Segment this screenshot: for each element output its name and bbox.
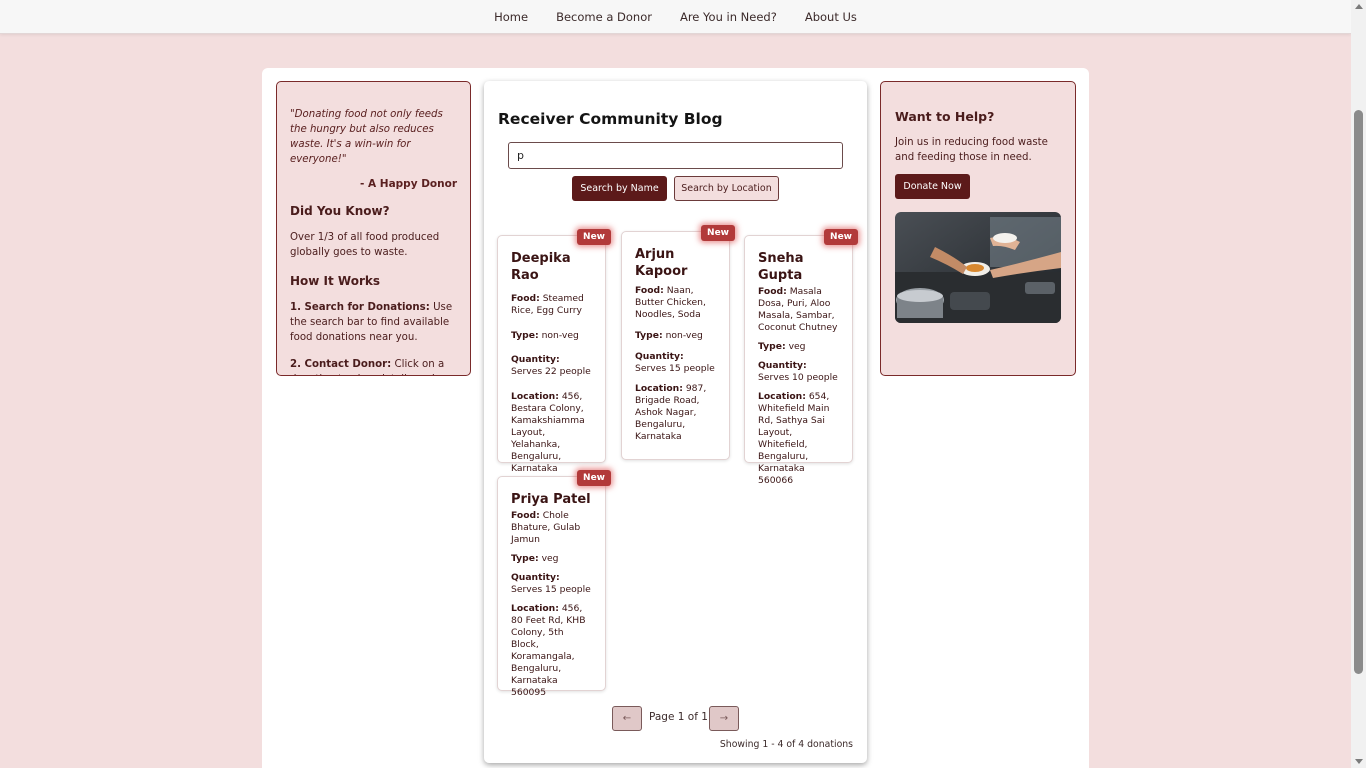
donor-name: Sneha Gupta xyxy=(758,251,804,283)
new-badge: New xyxy=(701,225,735,241)
quantity-field: Quantity: Serves 15 people xyxy=(511,572,592,596)
top-navbar: Home Become a Donor Are You in Need? Abo… xyxy=(0,0,1351,34)
quantity-label: Quantity: xyxy=(635,351,684,362)
page-title: Receiver Community Blog xyxy=(498,110,723,128)
how-it-works-heading: How It Works xyxy=(290,274,381,288)
food-field: Food: Masala Dosa, Puri, Aloo Masala, Sa… xyxy=(758,286,839,334)
food-label: Food: xyxy=(635,285,664,296)
type-field: Type: veg xyxy=(758,341,839,353)
quantity-value: Serves 10 people xyxy=(758,372,838,383)
donation-card[interactable]: New Deepika Rao Food: Steamed Rice, Egg … xyxy=(497,229,611,486)
left-sidebar[interactable]: "Donating food not only feeds the hungry… xyxy=(276,81,471,376)
food-serving-photo xyxy=(895,212,1061,323)
did-you-know-heading: Did You Know? xyxy=(290,204,390,218)
location-field: Location: 456, 80 Feet Rd, KHB Colony, 5… xyxy=(511,603,592,699)
page-info: Page 1 of 1 xyxy=(649,711,708,723)
showing-count: Showing 1 - 4 of 4 donations xyxy=(719,739,853,750)
type-value: veg xyxy=(788,341,806,352)
quote-author: - A Happy Donor xyxy=(360,178,457,190)
arrow-left-icon: ← xyxy=(622,713,632,724)
location-value: 456, 80 Feet Rd, KHB Colony, 5th Block, … xyxy=(511,603,586,698)
scroll-thumb[interactable] xyxy=(1354,110,1363,674)
donation-card[interactable]: New Arjun Kapoor Food: Naan, Butter Chic… xyxy=(621,225,735,460)
quantity-label: Quantity: xyxy=(758,360,807,371)
type-value: non-veg xyxy=(541,330,579,341)
new-badge: New xyxy=(577,470,611,486)
step-contact: 2. Contact Donor: Click on a donation to… xyxy=(290,357,457,375)
location-value: 654, Whitefield Main Rd, Sathya Sai Layo… xyxy=(758,391,830,486)
quantity-label: Quantity: xyxy=(511,354,560,365)
nav-home[interactable]: Home xyxy=(480,10,542,24)
quantity-field: Quantity: Serves 22 people xyxy=(511,354,592,378)
donate-now-button[interactable]: Donate Now xyxy=(895,174,970,199)
food-label: Food: xyxy=(511,293,540,304)
quantity-field: Quantity: Serves 10 people xyxy=(758,360,839,384)
donor-name: Arjun Kapoor xyxy=(635,247,688,279)
type-label: Type: xyxy=(511,330,539,341)
donation-card[interactable]: New Sneha Gupta Food: Masala Dosa, Puri,… xyxy=(744,229,858,486)
quantity-field: Quantity: Serves 15 people xyxy=(635,351,716,375)
step-title: 2. Contact Donor: xyxy=(290,359,392,370)
type-field: Type: non-veg xyxy=(635,330,716,342)
help-heading: Want to Help? xyxy=(895,109,995,124)
food-label: Food: xyxy=(511,510,540,521)
quantity-value: Serves 22 people xyxy=(511,366,591,377)
food-field: Food: Steamed Rice, Egg Curry xyxy=(511,293,592,317)
prev-page-button[interactable]: ← xyxy=(612,706,642,731)
food-field: Food: Naan, Butter Chicken, Noodles, Sod… xyxy=(635,285,716,321)
type-field: Type: veg xyxy=(511,553,592,565)
did-you-know-text: Over 1/3 of all food produced globally g… xyxy=(290,232,440,258)
step-search: 1. Search for Donations: Use the search … xyxy=(290,300,457,345)
help-text: Join us in reducing food waste and feedi… xyxy=(895,137,1048,163)
blog-panel: Receiver Community Blog p Search by Name… xyxy=(484,81,867,763)
nav-in-need[interactable]: Are You in Need? xyxy=(666,10,791,24)
type-label: Type: xyxy=(635,330,663,341)
type-label: Type: xyxy=(758,341,786,352)
search-by-name-button[interactable]: Search by Name xyxy=(572,176,667,201)
type-value: non-veg xyxy=(665,330,703,341)
location-label: Location: xyxy=(635,383,683,394)
quantity-label: Quantity: xyxy=(511,572,560,583)
page-scrollbar[interactable] xyxy=(1351,0,1366,768)
scroll-down-icon[interactable] xyxy=(1355,759,1363,764)
location-field: Location: 654, Whitefield Main Rd, Sathy… xyxy=(758,391,839,487)
type-value: veg xyxy=(541,553,559,564)
quantity-value: Serves 15 people xyxy=(511,584,591,595)
donor-quote: "Donating food not only feeds the hungry… xyxy=(290,109,443,165)
donation-card[interactable]: New Priya Patel Food: Chole Bhature, Gul… xyxy=(497,470,611,698)
search-input[interactable]: p xyxy=(508,142,843,169)
location-label: Location: xyxy=(511,391,559,402)
location-value: 456, Bestara Colony, Kamakshiamma Layout… xyxy=(511,391,585,486)
location-label: Location: xyxy=(511,603,559,614)
food-label: Food: xyxy=(758,286,787,297)
type-label: Type: xyxy=(511,553,539,564)
location-label: Location: xyxy=(758,391,806,402)
donor-name: Priya Patel xyxy=(511,492,591,507)
next-page-button[interactable]: → xyxy=(709,706,739,731)
new-badge: New xyxy=(577,229,611,245)
new-badge: New xyxy=(824,229,858,245)
search-by-location-button[interactable]: Search by Location xyxy=(674,176,779,201)
step-title: 1. Search for Donations: xyxy=(290,302,430,313)
arrow-right-icon: → xyxy=(719,713,729,724)
type-field: Type: non-veg xyxy=(511,330,592,342)
right-sidebar: Want to Help? Join us in reducing food w… xyxy=(880,81,1076,376)
quantity-value: Serves 15 people xyxy=(635,363,715,374)
scroll-up-icon[interactable] xyxy=(1355,4,1363,9)
nav-become-donor[interactable]: Become a Donor xyxy=(542,10,666,24)
nav-about-us[interactable]: About Us xyxy=(791,10,871,24)
food-serving-photo-icon xyxy=(895,212,1061,323)
donor-name: Deepika Rao xyxy=(511,251,571,283)
food-field: Food: Chole Bhature, Gulab Jamun xyxy=(511,510,592,546)
location-field: Location: 987, Brigade Road, Ashok Nagar… xyxy=(635,383,716,443)
